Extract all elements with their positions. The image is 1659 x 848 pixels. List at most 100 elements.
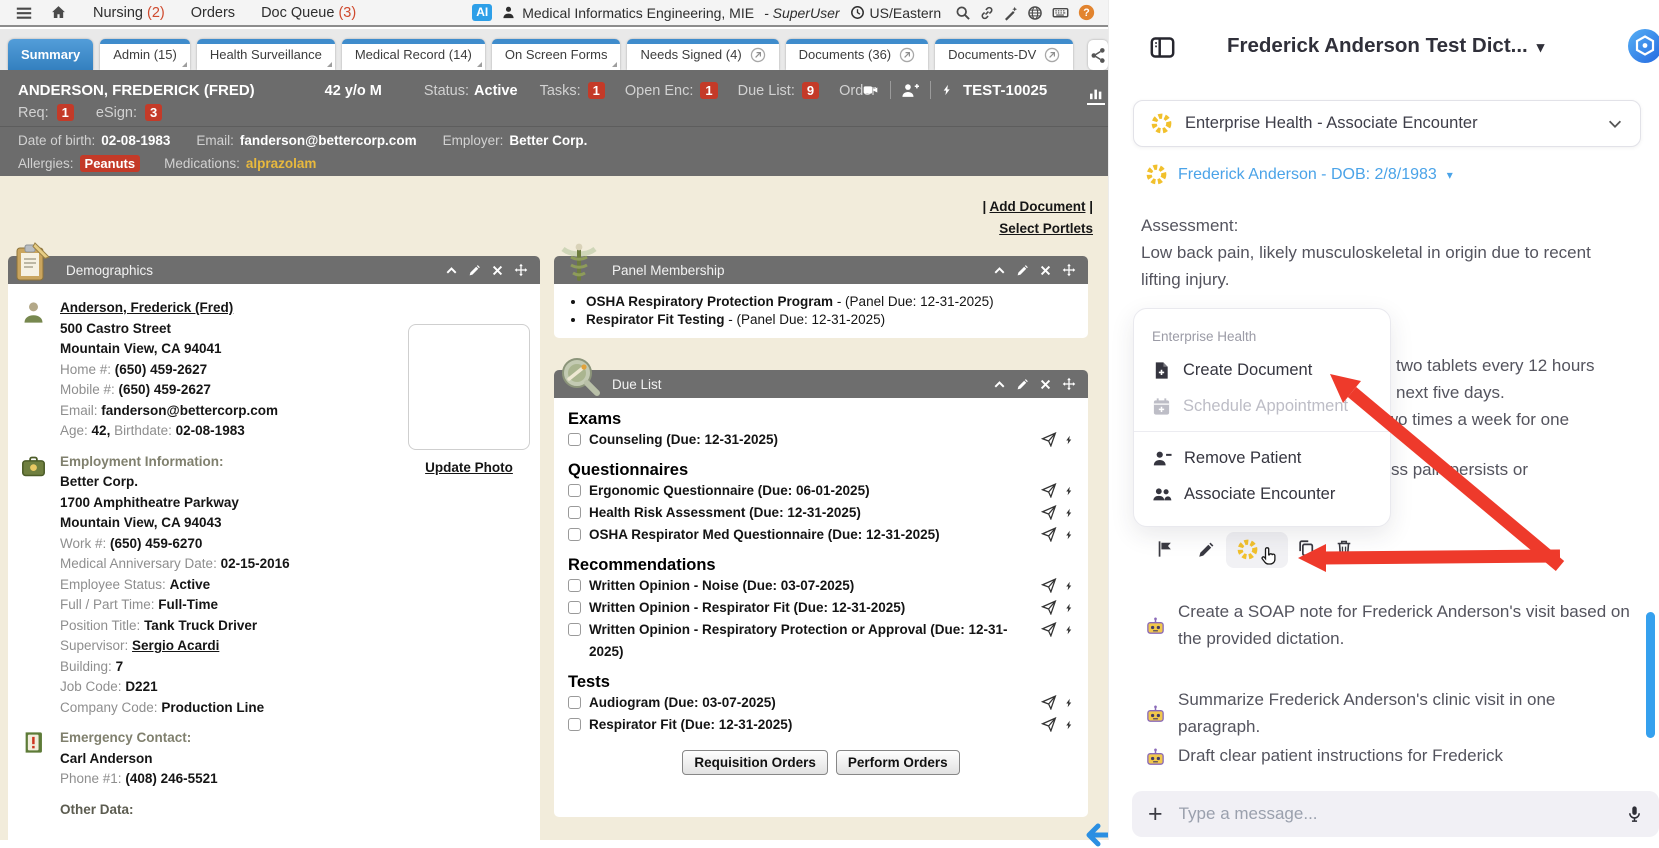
checkbox[interactable] [568, 528, 581, 541]
bolt-icon[interactable] [1064, 600, 1074, 615]
checkbox[interactable] [568, 506, 581, 519]
bolt-icon[interactable] [1064, 527, 1074, 542]
close-icon[interactable] [491, 264, 504, 277]
conversation-title-dropdown[interactable]: Frederick Anderson Test Dict...▾ [1227, 34, 1544, 58]
bolt-icon[interactable] [1064, 622, 1074, 637]
message-input[interactable] [1179, 804, 1610, 824]
search-icon[interactable] [955, 5, 971, 21]
bolt-icon[interactable] [1064, 483, 1074, 498]
update-photo-link[interactable]: Update Photo [400, 460, 538, 475]
bolt-icon[interactable] [1064, 578, 1074, 593]
send-icon[interactable] [1041, 432, 1057, 447]
suggested-prompt[interactable]: Draft clear patient instructions for Fre… [1145, 742, 1637, 769]
video-camera-icon[interactable] [861, 82, 880, 98]
send-icon[interactable] [1041, 600, 1057, 615]
suggested-prompt[interactable]: Create a SOAP note for Frederick Anderso… [1145, 598, 1637, 652]
edit-pencil-icon[interactable] [468, 264, 481, 277]
allergy-badge[interactable]: Peanuts [80, 155, 141, 172]
topbar-menu-doc-queue[interactable]: Doc Queue (3) [261, 5, 356, 21]
tab-medical-record-14-[interactable]: Medical Record (14) [342, 39, 485, 70]
attach-plus-button[interactable]: + [1148, 802, 1163, 827]
move-icon[interactable] [514, 263, 528, 277]
tab-needs-signed-4-[interactable]: Needs Signed (4) [627, 39, 778, 70]
copy-icon[interactable] [1297, 539, 1315, 557]
checkbox[interactable] [568, 623, 581, 636]
close-icon[interactable] [1039, 378, 1052, 391]
perform-orders-button[interactable]: Perform Orders [836, 750, 960, 775]
tab-on-screen-forms[interactable]: On Screen Forms [492, 39, 621, 70]
send-icon[interactable] [1041, 578, 1057, 593]
send-icon[interactable] [1041, 622, 1057, 637]
topbar-menu-nursing[interactable]: Nursing (2) [93, 5, 165, 21]
panel-membership-header[interactable]: Panel Membership [554, 256, 1088, 284]
bolt-icon[interactable] [941, 82, 953, 98]
edit-pencil-icon[interactable] [1197, 541, 1215, 559]
checkbox[interactable] [568, 696, 581, 709]
tab-health-surveillance[interactable]: Health Surveillance [197, 39, 335, 70]
bolt-icon[interactable] [1064, 505, 1074, 520]
send-icon[interactable] [1041, 505, 1057, 520]
tab-summary[interactable]: Summary [8, 39, 93, 70]
menu-item-associate-encounter[interactable]: Associate Encounter [1152, 485, 1372, 504]
patient-name[interactable]: ANDERSON, FREDERICK (FRED) [18, 82, 255, 99]
ai-badge[interactable]: AI [472, 4, 492, 21]
bolt-icon[interactable] [1064, 432, 1074, 447]
scrollbar-thumb[interactable] [1646, 612, 1655, 738]
checkbox[interactable] [568, 601, 581, 614]
edit-pencil-icon[interactable] [1016, 378, 1029, 391]
tasks-badge[interactable]: 1 [588, 82, 605, 99]
checkbox[interactable] [568, 718, 581, 731]
home-icon[interactable] [50, 4, 67, 21]
move-icon[interactable] [1062, 377, 1076, 391]
encounter-select[interactable]: Enterprise Health - Associate Encounter [1133, 100, 1641, 147]
due-list-header[interactable]: Due List [554, 370, 1088, 398]
timezone[interactable]: US/Eastern [850, 5, 942, 21]
send-icon[interactable] [1041, 527, 1057, 542]
demographics-header[interactable]: Demographics [8, 256, 540, 284]
send-icon[interactable] [1041, 483, 1057, 498]
close-icon[interactable] [1039, 264, 1052, 277]
wand-icon[interactable] [1003, 5, 1019, 21]
patient-name-link[interactable]: Anderson, Frederick (Fred) [60, 298, 528, 319]
current-user[interactable]: Medical Informatics Engineering, MIE - S… [501, 5, 839, 21]
requisition-orders-button[interactable]: Requisition Orders [682, 750, 828, 775]
chart-stats-icon[interactable] [1087, 86, 1105, 105]
send-icon[interactable] [1041, 717, 1057, 732]
link-icon[interactable] [979, 5, 995, 21]
checkbox[interactable] [568, 433, 581, 446]
edit-pencil-icon[interactable] [1016, 264, 1029, 277]
keyboard-icon[interactable] [1051, 4, 1070, 21]
bolt-icon[interactable] [1064, 717, 1074, 732]
collapse-icon[interactable] [445, 264, 458, 277]
checkbox[interactable] [568, 579, 581, 592]
checkbox[interactable] [568, 484, 581, 497]
gear-badge-tool-icon[interactable] [1236, 538, 1259, 561]
send-icon[interactable] [1041, 695, 1057, 710]
field-value-link[interactable]: Sergio Acardi [132, 638, 219, 653]
collapse-icon[interactable] [993, 264, 1006, 277]
quick-actions-button[interactable] [1088, 40, 1108, 70]
req-badge[interactable]: 1 [57, 104, 74, 121]
add-person-icon[interactable] [901, 82, 920, 99]
globe-icon[interactable] [1027, 5, 1043, 21]
help-icon[interactable]: ? [1078, 4, 1095, 21]
menu-item-create-document[interactable]: Create Document [1152, 361, 1372, 380]
topbar-menu-orders[interactable]: Orders [191, 5, 235, 21]
menu-item-remove-patient[interactable]: Remove Patient [1152, 449, 1372, 468]
suggested-prompt[interactable]: Summarize Frederick Anderson's clinic vi… [1145, 686, 1637, 740]
trash-icon[interactable] [1335, 539, 1353, 557]
esign-badge[interactable]: 3 [145, 104, 162, 121]
tab-documents-36-[interactable]: Documents (36) [786, 39, 928, 70]
hamburger-menu-icon[interactable] [14, 4, 34, 22]
due-list-badge[interactable]: 9 [802, 82, 819, 99]
patient-context-link[interactable]: Frederick Anderson - DOB: 2/8/1983 ▾ [1145, 163, 1453, 186]
bolt-icon[interactable] [1064, 695, 1074, 710]
move-icon[interactable] [1062, 263, 1076, 277]
select-portlets-link[interactable]: Select Portlets [982, 218, 1093, 240]
medication-link[interactable]: alprazolam [246, 156, 317, 171]
flag-icon[interactable] [1156, 540, 1174, 558]
open-enc-badge[interactable]: 1 [700, 82, 717, 99]
tab-admin-15-[interactable]: Admin (15) [100, 39, 190, 70]
tab-documents-dv[interactable]: Documents-DV [935, 39, 1073, 70]
microphone-icon[interactable] [1626, 805, 1643, 824]
